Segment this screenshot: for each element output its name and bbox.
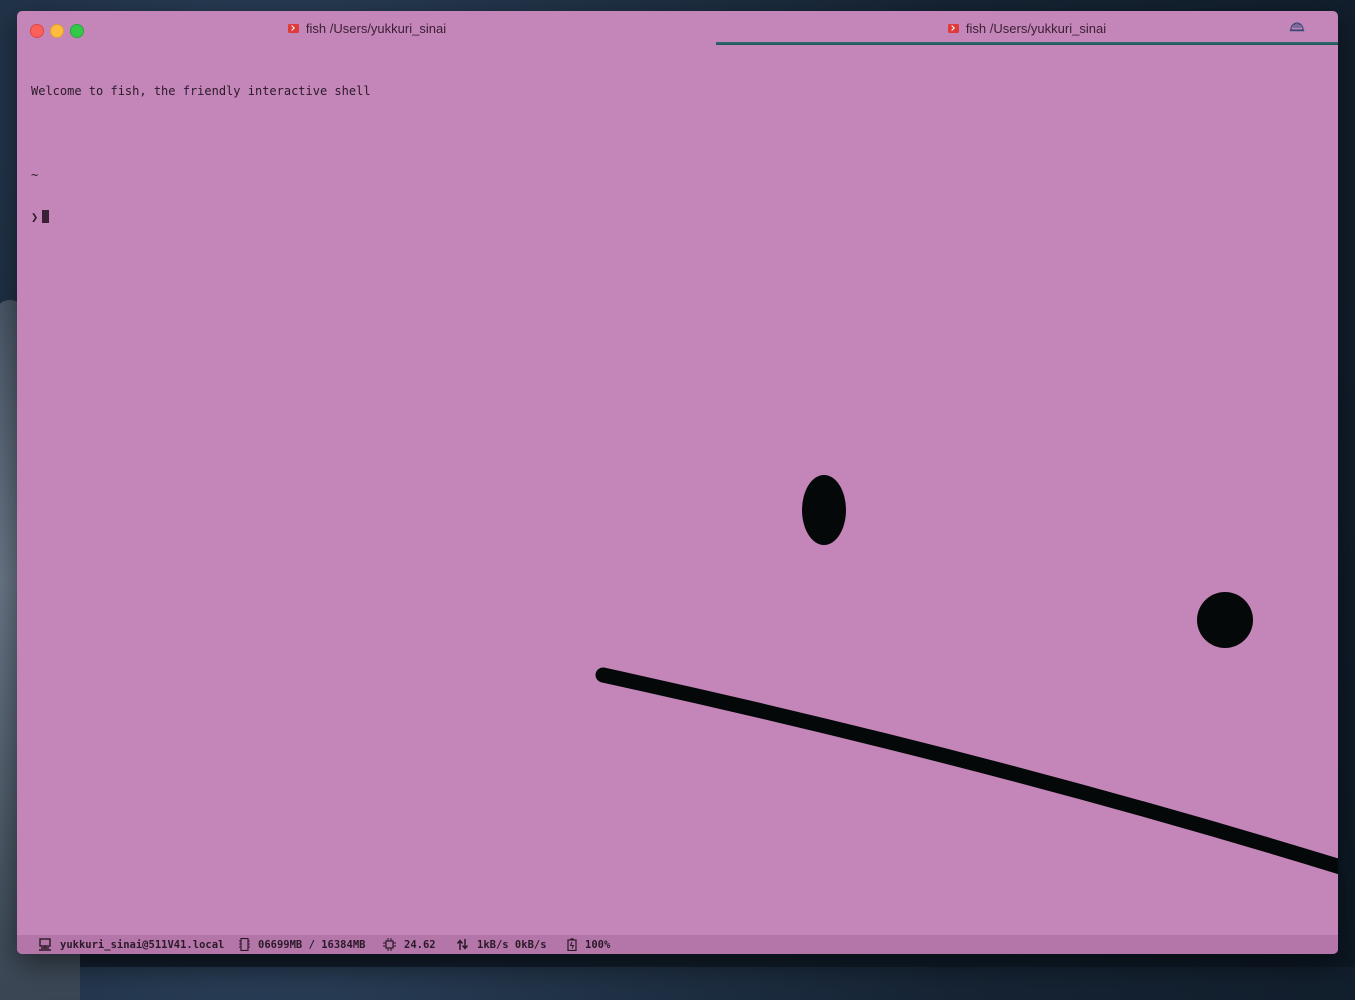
drawing-eye-right [1197, 592, 1253, 648]
memory-icon [239, 938, 250, 951]
status-bar: yukkuri_sinai@511V41.local 06699MB / 163… [17, 935, 1338, 954]
terminal-window: fish /Users/yukkuri_sinai fish /Users/yu… [17, 11, 1338, 954]
status-battery: 100% [567, 935, 610, 954]
background-drawing [595, 475, 1338, 875]
network-arrows-icon [456, 939, 469, 950]
battery-icon [567, 938, 577, 951]
drawing-eye-left [802, 475, 846, 545]
network-text: 1kB/s 0kB/s [477, 938, 547, 951]
status-host: yukkuri_sinai@511V41.local [38, 935, 224, 954]
host-text: yukkuri_sinai@511V41.local [60, 938, 225, 951]
status-cpu: 24.62 [383, 935, 436, 954]
cpu-icon [383, 938, 396, 951]
cpu-text: 24.62 [404, 938, 436, 951]
drawing-mouth [595, 667, 1338, 875]
status-network: 1kB/s 0kB/s [456, 935, 547, 954]
battery-text: 100% [585, 938, 611, 951]
status-memory: 06699MB / 16384MB [239, 935, 365, 954]
memory-text: 06699MB / 16384MB [258, 938, 366, 951]
computer-icon [39, 938, 51, 951]
